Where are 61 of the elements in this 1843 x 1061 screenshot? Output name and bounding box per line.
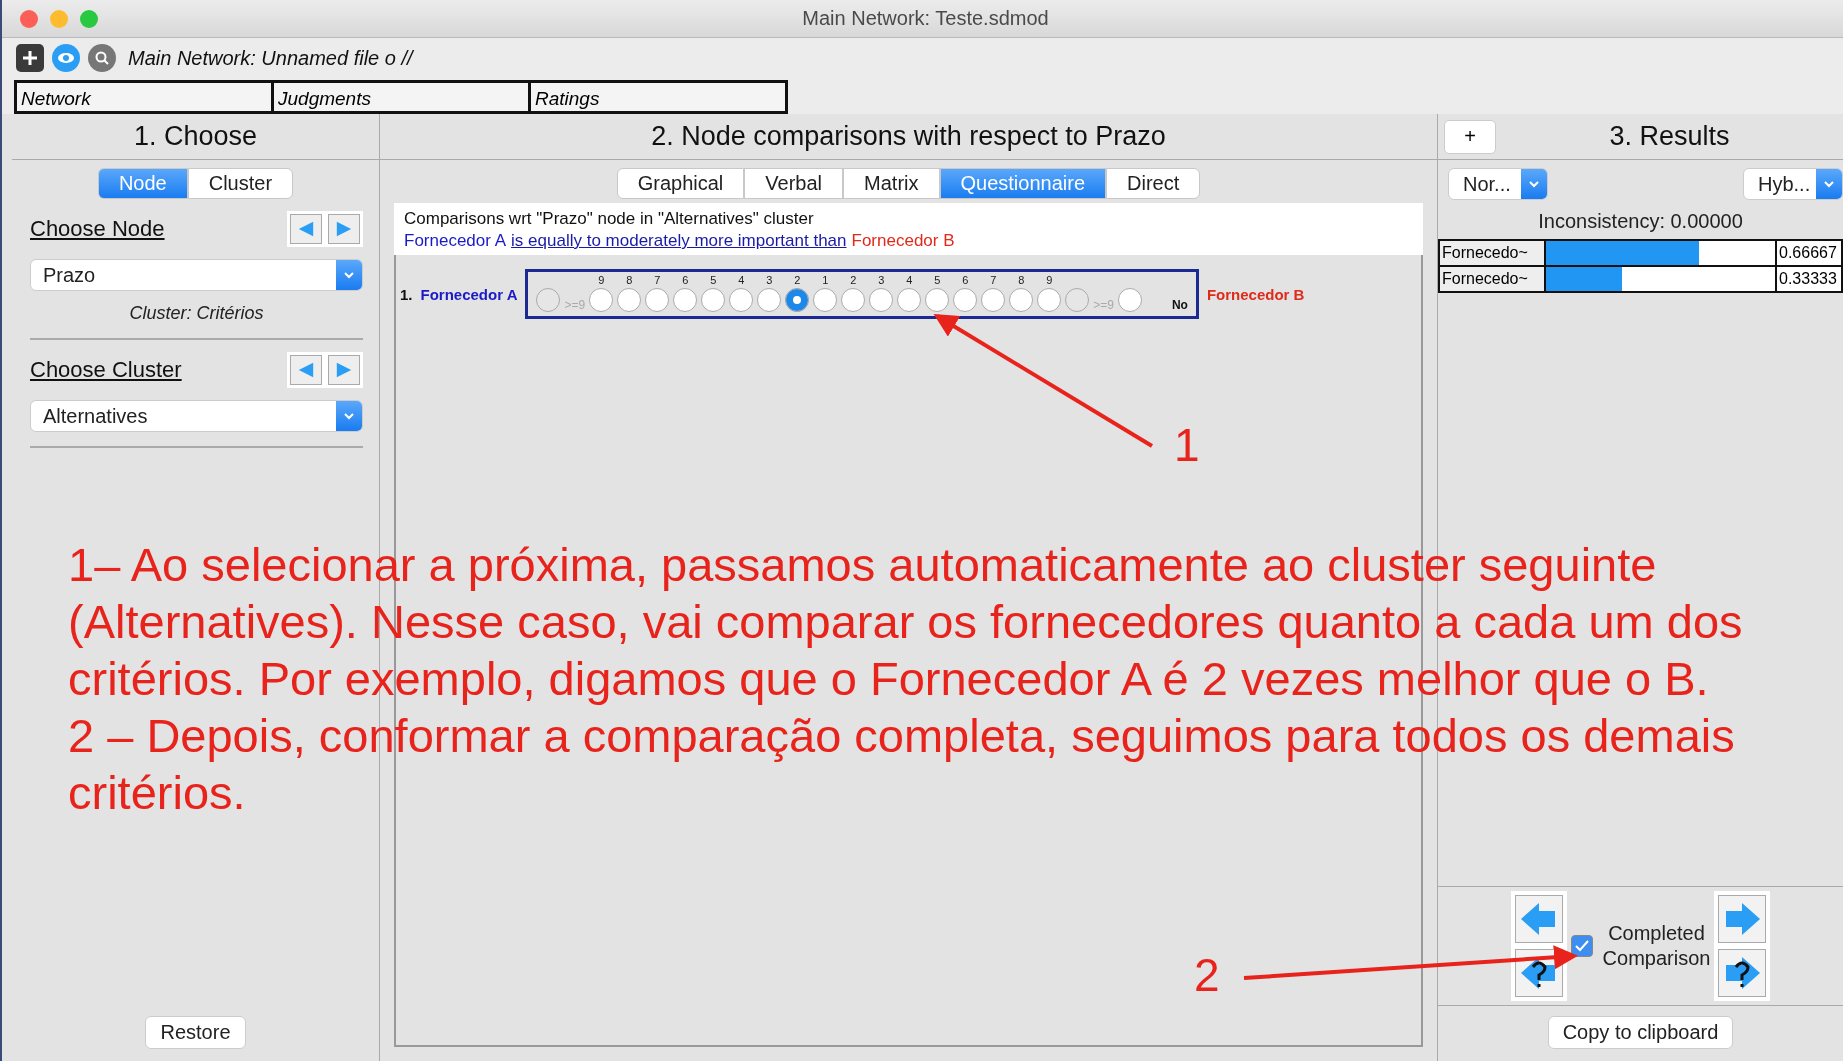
scale-label: >=9 bbox=[564, 298, 586, 312]
right-node-label: Fornecedor B bbox=[1206, 285, 1305, 303]
comparison-tab[interactable]: Matrix bbox=[843, 168, 940, 199]
annotation-text: 2 – Depois, conformar a comparação completa, seguimos para todos os demais critérios. bbox=[68, 708, 1736, 821]
normalization-dropdown[interactable]: Nor... bbox=[1448, 168, 1548, 200]
main-tab[interactable]: Network bbox=[14, 80, 274, 114]
comparison-tab[interactable]: Direct bbox=[1106, 168, 1201, 199]
scale-number: 9 bbox=[1046, 275, 1053, 286]
scale-label: >=9 bbox=[1093, 298, 1114, 312]
comparison-tab[interactable]: Graphical bbox=[616, 168, 745, 199]
scale-number: 2 bbox=[794, 275, 801, 286]
annotation-text: 1– Ao selecionar a próxima, passamos automaticamente ao cluster seguinte (Alternatives). Nesse caso, vai comparar os fornecedores quanto a cada um dos critérios. Por exemplo, digamos que o Fornecedor A é 2 vezes melhor que o B. bbox=[68, 537, 1744, 707]
section-heading: Choose Cluster bbox=[30, 357, 182, 383]
node-dropdown[interactable]: Prazo bbox=[30, 259, 363, 291]
verdict-text: Fornecedor B bbox=[851, 231, 955, 251]
scale-label: No bbox=[1171, 298, 1188, 312]
panel-title: 1. Choose bbox=[12, 114, 379, 160]
cluster-note: Cluster: Critérios bbox=[128, 303, 265, 324]
main-tab[interactable]: Judgments bbox=[271, 80, 531, 114]
panel-title: 3. Results bbox=[1608, 121, 1731, 152]
network-title: Main Network: Unnamed file o // bbox=[128, 46, 413, 70]
scale-number: 8 bbox=[626, 275, 633, 286]
checkbox-label: Completed bbox=[1608, 921, 1705, 946]
mode-dropdown[interactable]: Hyb... bbox=[1743, 168, 1843, 200]
left-node-label: Fornecedor A bbox=[420, 285, 518, 303]
panel-title: 2. Node comparisons with respect to Prazo bbox=[380, 114, 1437, 160]
mode-tab[interactable]: Cluster bbox=[187, 168, 294, 199]
main-tab[interactable]: Ratings bbox=[528, 80, 788, 114]
scale-number: 6 bbox=[962, 275, 969, 286]
scale-number: 4 bbox=[906, 275, 913, 286]
result-value: 0.66667 bbox=[1777, 241, 1841, 265]
scale-number: 3 bbox=[878, 275, 885, 286]
restore-button[interactable]: Restore bbox=[145, 1016, 246, 1049]
add-button[interactable]: + bbox=[1444, 119, 1496, 154]
checkbox-label: Comparison bbox=[1602, 946, 1711, 971]
scale-number: 3 bbox=[766, 275, 773, 286]
annotation-marker: 1 bbox=[1174, 418, 1200, 472]
scale-number: 5 bbox=[934, 275, 941, 286]
comparison-summary: Comparisons wrt "Prazo" node in "Alternatives" cluster bbox=[404, 209, 815, 229]
inconsistency-text: Inconsistency: 0.00000 bbox=[1537, 209, 1744, 234]
scale-number: 2 bbox=[850, 275, 857, 286]
result-name: Fornecedo~ bbox=[1440, 267, 1544, 291]
scale-number: 9 bbox=[598, 275, 605, 286]
scale-number: 6 bbox=[682, 275, 689, 286]
comparison-tab[interactable]: Verbal bbox=[744, 168, 844, 199]
window-title: Main Network: Teste.sdmod bbox=[801, 7, 1050, 30]
row-index: 1. bbox=[400, 285, 413, 303]
result-value: 0.33333 bbox=[1777, 267, 1841, 291]
verdict-link[interactable]: is equally to moderately more important than bbox=[511, 231, 847, 251]
scale-number: 4 bbox=[738, 275, 745, 286]
scale-number: 5 bbox=[710, 275, 717, 286]
scale-number: 1 bbox=[822, 275, 829, 286]
verdict-text: Fornecedor A bbox=[404, 231, 507, 251]
scale-number: 7 bbox=[990, 275, 997, 286]
scale-number: 7 bbox=[654, 275, 661, 286]
copy-button[interactable]: Copy to clipboard bbox=[1547, 1016, 1734, 1049]
annotation-marker: 2 bbox=[1194, 948, 1220, 1002]
scale-number: 8 bbox=[1018, 275, 1025, 286]
result-name: Fornecedo~ bbox=[1440, 241, 1544, 265]
section-heading: Choose Node bbox=[30, 216, 165, 242]
cluster-dropdown[interactable]: Alternatives bbox=[30, 400, 363, 432]
